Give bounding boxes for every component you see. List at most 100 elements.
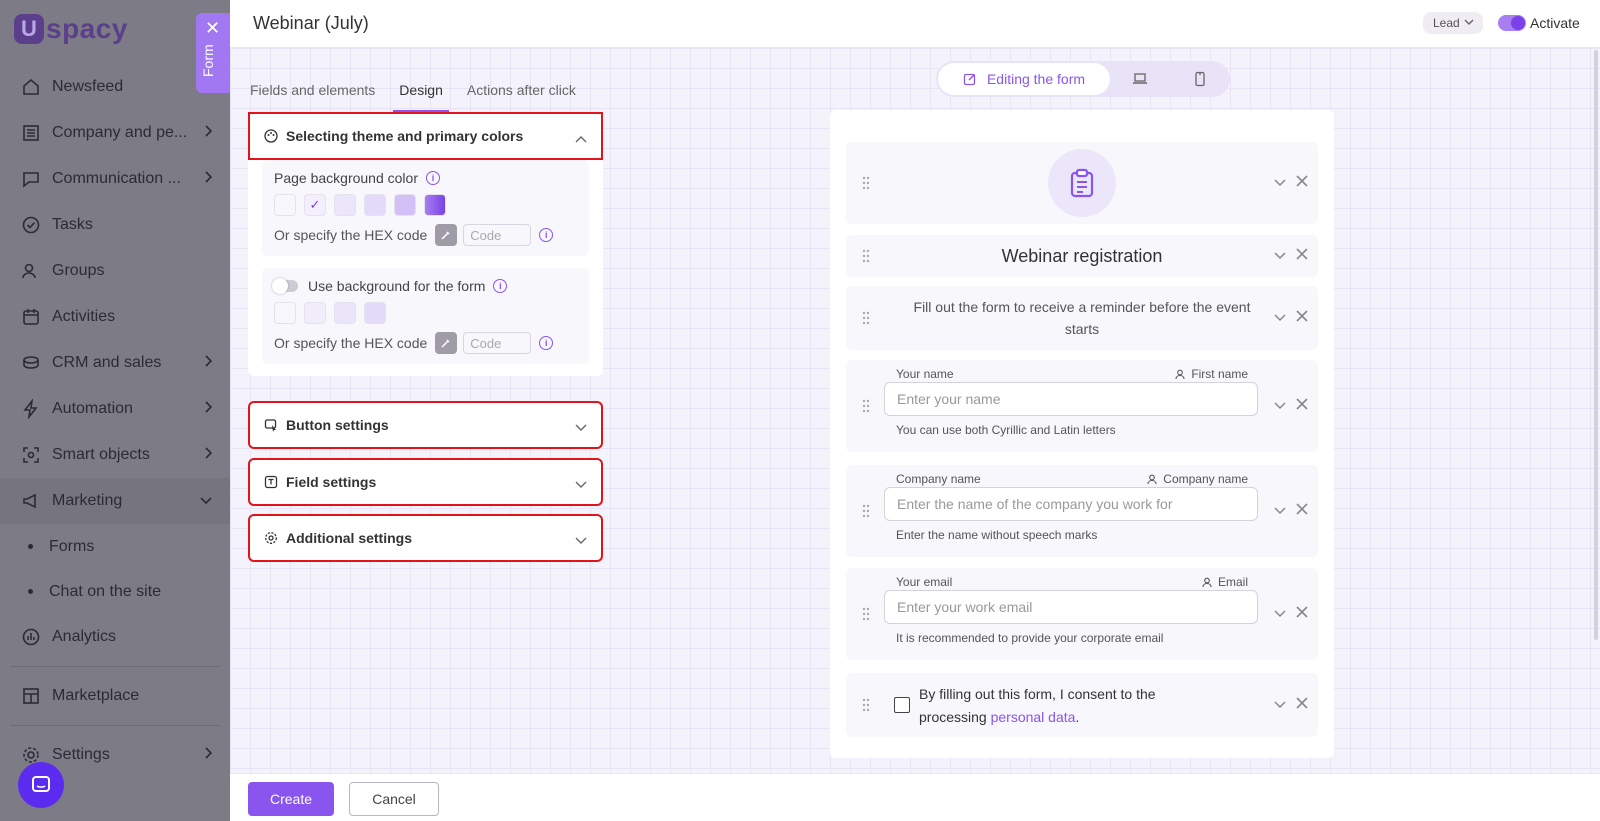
sidebar-item-smart-objects[interactable]: Smart objects	[0, 432, 230, 478]
chevron-down-icon[interactable]	[1274, 610, 1286, 618]
preview-field-email[interactable]: Your email Email Enter your work email I…	[846, 568, 1318, 660]
logo[interactable]: U spacy	[14, 12, 128, 46]
name-input[interactable]: Enter your name	[884, 382, 1258, 416]
personal-data-link[interactable]: personal data	[991, 709, 1076, 725]
drag-handle-icon[interactable]	[862, 399, 870, 413]
button-settings-header[interactable]: Button settings	[248, 401, 603, 449]
company-input[interactable]: Enter the name of the company you work f…	[884, 487, 1258, 521]
close-icon[interactable]	[1296, 605, 1308, 623]
scrollbar[interactable]	[1594, 50, 1598, 640]
tab-design[interactable]: Design	[393, 78, 449, 112]
entity-select[interactable]: Lead	[1423, 12, 1483, 34]
color-swatch[interactable]	[364, 194, 386, 216]
form-background-toggle[interactable]	[272, 278, 298, 294]
close-icon[interactable]	[1296, 309, 1308, 327]
color-swatch[interactable]	[334, 194, 356, 216]
field-label: Your email	[896, 575, 953, 589]
info-icon[interactable]: i	[493, 279, 508, 293]
info-icon[interactable]: i	[539, 228, 554, 242]
tab-actions-after-click[interactable]: Actions after click	[467, 78, 576, 112]
theme-section-header[interactable]: Selecting theme and primary colors	[248, 112, 603, 160]
close-icon[interactable]: ✕	[205, 19, 220, 37]
drag-handle-icon[interactable]	[862, 311, 870, 325]
page-title: Webinar (July)	[253, 13, 369, 33]
field-settings-section[interactable]: Field settings	[248, 458, 603, 506]
hex-code-input[interactable]: Code	[463, 224, 532, 246]
color-swatch[interactable]	[304, 302, 326, 324]
eyedropper-icon[interactable]	[435, 332, 458, 354]
info-icon[interactable]: i	[539, 336, 554, 350]
drag-handle-icon[interactable]	[862, 607, 870, 621]
additional-settings-header[interactable]: Additional settings	[248, 514, 603, 562]
sidebar-subitem-forms[interactable]: Forms	[0, 524, 230, 569]
close-icon[interactable]	[1296, 397, 1308, 415]
drag-handle-icon[interactable]	[862, 176, 870, 190]
consent-text-end: .	[1075, 709, 1080, 725]
support-chat-button[interactable]	[18, 762, 64, 808]
chevron-down-icon[interactable]	[1274, 701, 1286, 709]
activate-toggle[interactable]	[1498, 15, 1526, 31]
tab-fields-and-elements[interactable]: Fields and elements	[250, 78, 375, 112]
preview-heading-block[interactable]: Webinar registration	[846, 235, 1318, 277]
sidebar-item-marketing[interactable]: Marketing	[0, 478, 230, 524]
color-swatch[interactable]	[394, 194, 416, 216]
block-actions	[1274, 605, 1308, 623]
sidebar-item-company[interactable]: Company and pe...	[0, 110, 230, 156]
chevron-down-icon[interactable]	[1274, 402, 1286, 410]
drag-handle-icon[interactable]	[862, 698, 870, 712]
sidebar-item-crm[interactable]: CRM and sales	[0, 340, 230, 386]
email-input[interactable]: Enter your work email	[884, 590, 1258, 624]
form-side-tab[interactable]: ✕ Form	[196, 13, 230, 93]
sidebar-item-communication[interactable]: Communication ...	[0, 156, 230, 202]
color-swatch[interactable]	[424, 194, 446, 216]
laptop-icon[interactable]	[1132, 71, 1148, 87]
preview-description-block[interactable]: Fill out the form to receive a reminder …	[846, 286, 1318, 350]
hex-code-input[interactable]: Code	[463, 332, 532, 354]
additional-settings-section[interactable]: Additional settings	[248, 514, 603, 562]
chevron-down-icon[interactable]	[1274, 179, 1286, 187]
close-icon[interactable]	[1296, 502, 1308, 520]
hex-label: Or specify the HEX code	[274, 335, 428, 351]
preview-icon-block[interactable]	[846, 142, 1318, 224]
preview-field-company[interactable]: Company name Company name Enter the name…	[846, 465, 1318, 557]
sidebar-item-groups[interactable]: Groups	[0, 248, 230, 294]
preview-consent-block[interactable]: By filling out this form, I consent to t…	[846, 673, 1318, 737]
chevron-down-icon[interactable]	[1274, 507, 1286, 515]
sidebar-item-automation[interactable]: Automation	[0, 386, 230, 432]
drag-handle-icon[interactable]	[862, 504, 870, 518]
field-settings-header[interactable]: Field settings	[248, 458, 603, 506]
cancel-button[interactable]: Cancel	[349, 782, 439, 816]
sidebar-item-tasks[interactable]: Tasks	[0, 202, 230, 248]
sidebar-subitem-chat[interactable]: Chat on the site	[0, 569, 230, 614]
color-swatch[interactable]	[364, 302, 386, 324]
color-swatch[interactable]	[334, 302, 356, 324]
form-background-row: Use background for the form i	[272, 278, 577, 294]
info-icon[interactable]: i	[426, 171, 440, 185]
mobile-icon[interactable]	[1192, 71, 1208, 87]
sidebar-item-marketplace[interactable]: Marketplace	[0, 673, 230, 719]
close-icon[interactable]	[1296, 174, 1308, 192]
preview-field-name[interactable]: Your name First name Enter your name You…	[846, 360, 1318, 452]
create-button[interactable]: Create	[248, 782, 334, 816]
color-swatch-selected[interactable]: ✓	[304, 194, 326, 216]
chevron-down-icon[interactable]	[1274, 314, 1286, 322]
chevron-right-icon	[204, 746, 213, 764]
close-icon[interactable]	[1296, 696, 1308, 714]
section-title: Selecting theme and primary colors	[286, 128, 524, 144]
lightning-icon	[20, 398, 42, 420]
color-swatch[interactable]	[274, 194, 296, 216]
sidebar-item-analytics[interactable]: Analytics	[0, 614, 230, 660]
close-icon[interactable]	[1296, 247, 1308, 265]
button-settings-section[interactable]: Button settings	[248, 401, 603, 449]
chevron-down-icon[interactable]	[1274, 252, 1286, 260]
color-swatch[interactable]	[274, 302, 296, 324]
editing-mode-button[interactable]: Editing the form	[938, 63, 1110, 95]
chevron-down-icon	[1463, 16, 1475, 31]
sidebar-item-activities[interactable]: Activities	[0, 294, 230, 340]
form-heading: Webinar registration	[1001, 246, 1163, 266]
eyedropper-icon[interactable]	[435, 224, 458, 246]
form-color-swatches	[274, 302, 577, 324]
message-icon	[20, 168, 42, 190]
entity-select-value: Lead	[1433, 16, 1460, 30]
consent-checkbox[interactable]	[894, 697, 910, 713]
